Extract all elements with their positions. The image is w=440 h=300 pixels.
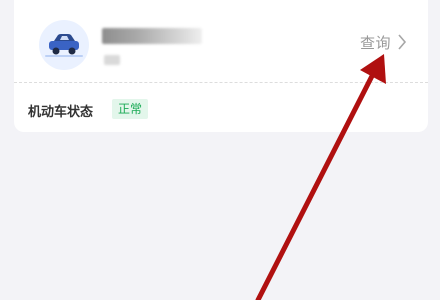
card-divider bbox=[14, 82, 428, 83]
status-badge: 正常 bbox=[112, 99, 149, 119]
vehicle-status-label: 机动车状态 bbox=[28, 105, 94, 120]
query-link[interactable]: 查询 bbox=[360, 31, 407, 53]
vehicle-info-blurred bbox=[104, 55, 120, 65]
plate-number-blurred bbox=[102, 28, 202, 44]
car-icon bbox=[45, 34, 83, 57]
query-label: 查询 bbox=[360, 33, 392, 52]
chevron-right-icon bbox=[398, 34, 407, 50]
vehicle-avatar bbox=[39, 20, 89, 70]
